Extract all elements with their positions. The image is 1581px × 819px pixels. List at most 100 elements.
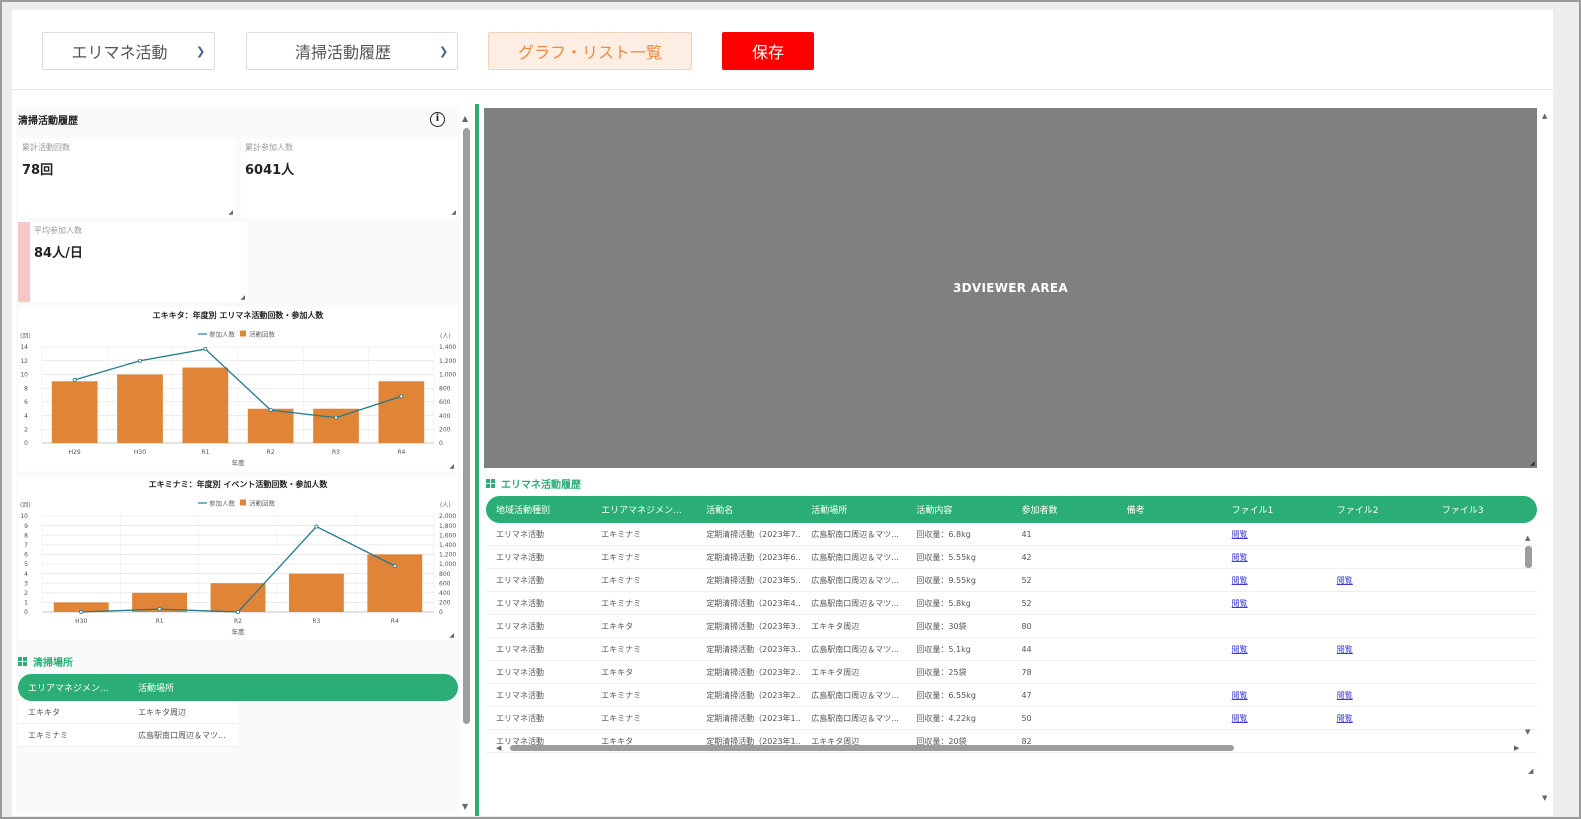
table-row[interactable]: エリマネ活動 エキミナミ 定期清掃活動（2023年4... 広島駅南口周辺＆マツ...… xyxy=(486,592,1537,615)
scrollbar-thumb[interactable] xyxy=(463,128,470,724)
y-tick-label-right: 800 xyxy=(439,385,451,392)
table-cell: 定期清掃活動（2023年7... xyxy=(706,529,802,539)
scroll-left-icon[interactable]: ◀ xyxy=(496,744,501,752)
file-view-link[interactable]: 閲覧 xyxy=(1222,713,1327,724)
column-header[interactable]: 活動内容 xyxy=(906,503,1011,516)
table-cell: 80 xyxy=(1021,621,1032,631)
y-tick-label-right: 800 xyxy=(439,571,451,578)
file-view-link[interactable]: 閲覧 xyxy=(1222,529,1327,540)
table-cell: 47 xyxy=(1021,690,1032,700)
table-cell: 広島駅南口周辺＆マツ... xyxy=(811,644,899,654)
resize-handle-icon[interactable]: ◢ xyxy=(451,209,456,216)
y-tick-label-left: 0 xyxy=(24,440,28,447)
y-axis-label-left: (回) xyxy=(20,333,31,340)
card-value: 84人/日 xyxy=(34,246,83,261)
file-view-link[interactable]: 閲覧 xyxy=(1327,644,1432,655)
y-tick-label-right: 1,400 xyxy=(439,542,456,549)
table-row[interactable]: エキキタ エキキタ周辺 xyxy=(18,701,238,724)
panel-divider[interactable] xyxy=(475,104,479,816)
y-tick-label-right: 200 xyxy=(439,426,451,433)
table-body: エリマネ活動 エキミナミ 定期清掃活動（2023年7... 広島駅南口周辺＆マツ...… xyxy=(486,523,1537,753)
left-panel-scrollbar[interactable]: ▲ ▼ xyxy=(462,114,471,814)
file-view-link[interactable]: 閲覧 xyxy=(1222,644,1327,655)
history-select[interactable]: 清掃活動履歴 ❯ xyxy=(246,32,458,70)
file-view-link[interactable]: 閲覧 xyxy=(1222,598,1327,609)
bar xyxy=(313,408,359,443)
scroll-down-icon[interactable]: ▼ xyxy=(1525,728,1530,736)
y-tick-label-left: 8 xyxy=(24,532,28,539)
file-view-link[interactable]: 閲覧 xyxy=(1222,552,1327,563)
y-tick-label-right: 1,000 xyxy=(439,372,456,379)
x-tick-label: H30 xyxy=(134,449,146,456)
table-header: エリアマネジメン... 活動場所 xyxy=(18,674,458,701)
column-header[interactable]: ファイル2 xyxy=(1327,503,1432,516)
column-header[interactable]: 活動場所 xyxy=(801,503,906,516)
column-header[interactable]: エリアマネジメン... xyxy=(18,681,128,694)
table-cell: 回収量：9.55kg xyxy=(916,575,976,585)
scroll-right-icon[interactable]: ▶ xyxy=(1514,744,1519,752)
bar xyxy=(210,583,266,612)
x-tick-label: R2 xyxy=(267,449,275,456)
column-header[interactable]: エリアマネジメン... xyxy=(591,503,696,516)
scrollbar-thumb[interactable] xyxy=(510,745,1234,751)
file-view-link[interactable]: 閲覧 xyxy=(1327,575,1432,586)
file-view-link[interactable]: 閲覧 xyxy=(1222,690,1327,701)
table-row[interactable]: エキミナミ 広島駅南口周辺＆マツ... xyxy=(18,724,238,747)
scroll-down-icon[interactable]: ▼ xyxy=(462,802,468,811)
column-header[interactable]: 活動場所 xyxy=(128,681,238,694)
right-panel-scrollbar[interactable]: ▲ ▼ xyxy=(1541,108,1551,808)
file-view-link[interactable]: 閲覧 xyxy=(1222,575,1327,586)
scroll-up-icon[interactable]: ▲ xyxy=(1542,112,1547,120)
file-view-link[interactable]: 閲覧 xyxy=(1327,713,1432,724)
table-row[interactable]: エリマネ活動 エキミナミ 定期清掃活動（2023年3... 広島駅南口周辺＆マツ...… xyxy=(486,638,1537,661)
activity-history-table: 地域活動種別 エリアマネジメン... 活動名 活動場所 活動内容 参加者数 備考 ファイル1 フ… xyxy=(486,496,1537,756)
table-cell: エキキタ周辺 xyxy=(811,621,860,631)
card-value: 78回 xyxy=(22,163,54,178)
table-row[interactable]: エリマネ活動 エキミナミ 定期清掃活動（2023年2... 広島駅南口周辺＆マツ...… xyxy=(486,684,1537,707)
scroll-up-icon[interactable]: ▲ xyxy=(1525,534,1530,542)
save-button[interactable]: 保存 xyxy=(722,32,814,70)
table-row[interactable]: エリマネ活動 エキキタ 定期清掃活動（2023年3... エキキタ周辺 回収量：30袋 8… xyxy=(486,615,1537,638)
table-row[interactable]: エリマネ活動 エキミナミ 定期清掃活動（2023年7... 広島駅南口周辺＆マツ...… xyxy=(486,523,1537,546)
y-tick-label-left: 10 xyxy=(20,513,28,520)
y-tick-label-right: 0 xyxy=(439,609,443,616)
table-cell: 41 xyxy=(1021,529,1032,539)
table-horizontal-scrollbar[interactable]: ◀ ▶ xyxy=(496,743,1524,753)
column-header[interactable]: ファイル3 xyxy=(1432,503,1537,516)
scrollbar-thumb[interactable] xyxy=(1525,546,1532,568)
y-tick-label-right: 400 xyxy=(439,590,451,597)
table-cell: エキキタ xyxy=(601,667,634,677)
graph-list-button[interactable]: グラフ・リスト一覧 xyxy=(488,32,692,70)
resize-handle-icon: ◢ xyxy=(449,632,454,639)
scroll-down-icon[interactable]: ▼ xyxy=(1542,794,1547,802)
table-row[interactable]: エリマネ活動 エキミナミ 定期清掃活動（2023年5... 広島駅南口周辺＆マツ...… xyxy=(486,569,1537,592)
table-row[interactable]: エリマネ活動 エキミナミ 定期清掃活動（2023年6... 広島駅南口周辺＆マツ...… xyxy=(486,546,1537,569)
chevron-down-icon: ❯ xyxy=(439,44,449,58)
line-point xyxy=(392,563,397,568)
column-header[interactable]: 参加者数 xyxy=(1011,503,1116,516)
column-header[interactable]: 地域活動種別 xyxy=(486,503,591,516)
table-cell: 定期清掃活動（2023年6... xyxy=(706,552,802,562)
table-cell: エリマネ活動 xyxy=(496,552,544,562)
resize-handle-icon[interactable]: ◢ xyxy=(240,294,245,301)
table-vertical-scrollbar[interactable]: ▲ ▼ xyxy=(1524,530,1534,745)
table-cell: 定期清掃活動（2023年2... xyxy=(706,667,802,677)
column-header[interactable]: 活動名 xyxy=(696,503,801,516)
category-select[interactable]: エリマネ活動 ❯ xyxy=(42,32,215,70)
file-view-link[interactable]: 閲覧 xyxy=(1327,690,1432,701)
info-icon[interactable]: i xyxy=(430,112,445,127)
toolbar: エリマネ活動 ❯ 清掃活動履歴 ❯ グラフ・リスト一覧 保存 xyxy=(12,10,1553,90)
scroll-up-icon[interactable]: ▲ xyxy=(462,114,468,123)
3d-viewer-area[interactable]: 3DVIEWER AREA ◢ xyxy=(484,108,1537,468)
line-point xyxy=(79,609,84,614)
resize-handle-icon[interactable]: ◢ xyxy=(1528,767,1533,775)
column-header[interactable]: ファイル1 xyxy=(1222,503,1327,516)
table-cell: 広島駅南口周辺＆マツ... xyxy=(811,713,899,723)
resize-handle-icon[interactable]: ◢ xyxy=(1530,460,1535,467)
table-row[interactable]: エリマネ活動 エキキタ 定期清掃活動（2023年2... エキキタ周辺 回収量：25袋 7… xyxy=(486,661,1537,684)
resize-handle-icon[interactable]: ◢ xyxy=(228,209,233,216)
legend-label: 参加人数 xyxy=(209,330,236,339)
column-header[interactable]: 備考 xyxy=(1117,503,1222,516)
table-row[interactable]: エリマネ活動 エキミナミ 定期清掃活動（2023年1... 広島駅南口周辺＆マツ...… xyxy=(486,707,1537,730)
y-tick-label-left: 8 xyxy=(24,385,28,392)
